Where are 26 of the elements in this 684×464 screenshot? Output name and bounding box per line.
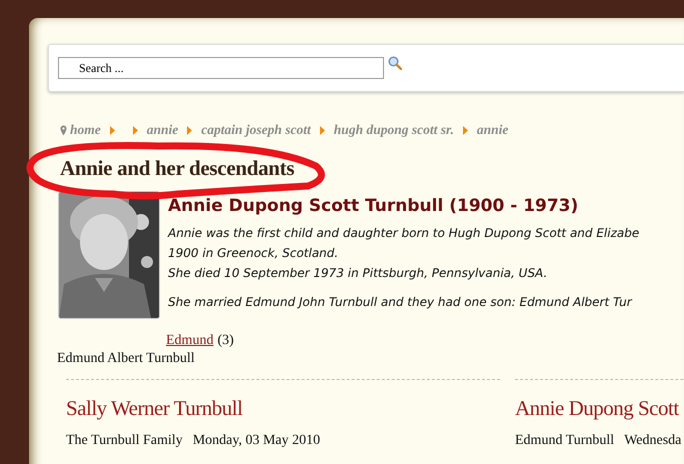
arrow-icon <box>132 126 138 134</box>
search-icon[interactable] <box>388 56 402 70</box>
article-title[interactable]: Annie Dupong Scott <box>515 396 679 421</box>
article-title[interactable]: Sally Werner Turnbull <box>66 396 242 421</box>
child-link[interactable]: Edmund <box>166 333 214 349</box>
biography-text: Annie was the first child and daughter born to Hugh Dupong Scott and Elizabe 1900 in Greenock, Scotland. She died 10 September 1973 in Pittsburgh, Pennsylvania, USA. <box>168 225 640 282</box>
child-caption: Edmund Albert Turnbull <box>57 351 195 367</box>
breadcrumb-link[interactable]: annie <box>476 122 508 138</box>
child-count: (3) <box>217 333 234 349</box>
arrow-icon <box>110 126 115 134</box>
arrow-icon <box>320 126 325 134</box>
breadcrumb-link[interactable]: hugh dupong scott sr. <box>334 122 454 138</box>
article-author: The Turnbull Family <box>66 433 183 449</box>
page-title: Annie and her descendants <box>60 156 296 181</box>
breadcrumb-link[interactable]: captain joseph scott <box>201 122 311 138</box>
article-date: Wednesda <box>624 433 682 449</box>
arrow-icon <box>187 126 192 134</box>
breadcrumb-link[interactable]: annie <box>146 122 178 138</box>
arrow-icon <box>462 126 468 134</box>
article-date: Monday, 03 May 2010 <box>192 433 320 449</box>
search-field[interactable]: Search ... <box>58 57 384 79</box>
marriage-text: She married Edmund John Turnbull and they had one son: Edmund Albert Tur <box>168 295 634 309</box>
article-author: Edmund Turnbull <box>515 433 614 449</box>
breadcrumb-link[interactable]: home <box>70 122 101 138</box>
location-pin-icon <box>60 124 67 136</box>
person-name: Annie Dupong Scott Turnbull (1900 - 1973) <box>168 196 580 216</box>
